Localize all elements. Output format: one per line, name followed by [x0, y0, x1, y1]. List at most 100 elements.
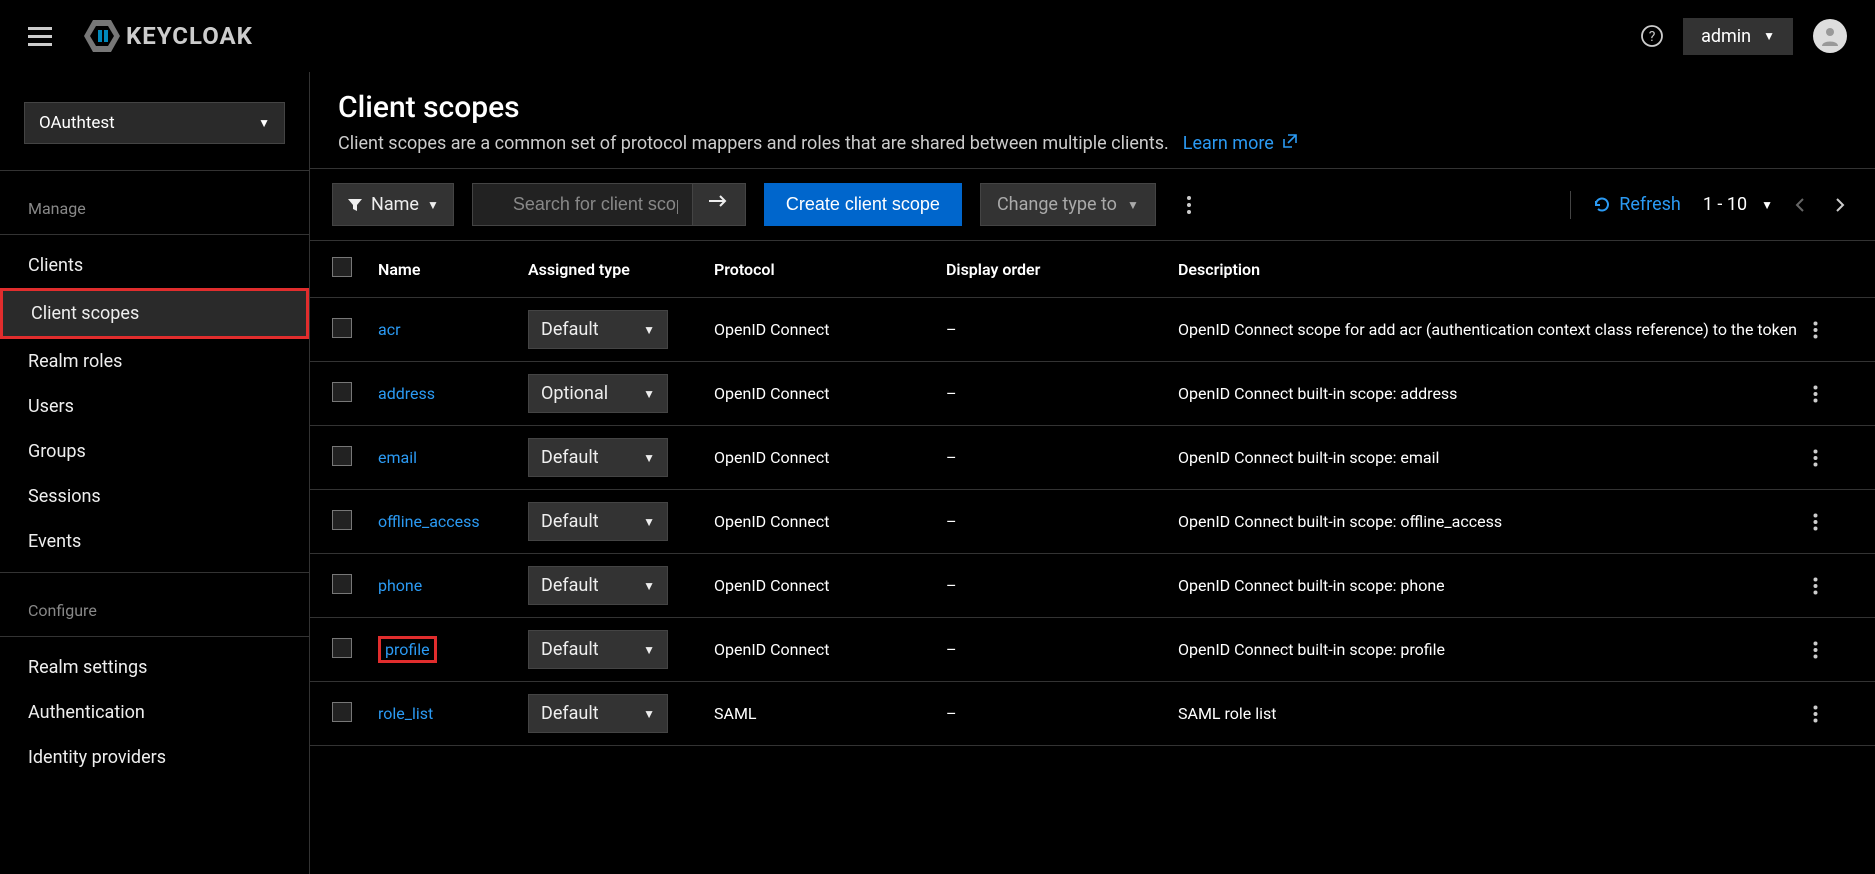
- assigned-type-select[interactable]: Default ▼: [528, 438, 668, 477]
- user-menu-dropdown[interactable]: admin ▼: [1683, 18, 1793, 55]
- refresh-button[interactable]: Refresh: [1593, 194, 1681, 215]
- row-checkbox[interactable]: [332, 510, 352, 530]
- logo[interactable]: KEYCLOAK: [84, 20, 253, 52]
- scope-link[interactable]: address: [378, 384, 435, 403]
- caret-down-icon: ▼: [643, 579, 655, 593]
- caret-down-icon: ▼: [643, 515, 655, 529]
- sidebar-item-groups[interactable]: Groups: [0, 429, 309, 474]
- assigned-type-select[interactable]: Default ▼: [528, 694, 668, 733]
- description-cell: OpenID Connect built-in scope: offline_a…: [1178, 512, 1813, 531]
- sidebar-item-sessions[interactable]: Sessions: [0, 474, 309, 519]
- assigned-type-value: Default: [541, 447, 599, 468]
- description-cell: OpenID Connect built-in scope: phone: [1178, 576, 1813, 595]
- sidebar-item-clients[interactable]: Clients: [0, 243, 309, 288]
- sidebar-item-users[interactable]: Users: [0, 384, 309, 429]
- toolbar-divider: [1570, 191, 1571, 219]
- caret-down-icon: ▼: [1763, 29, 1775, 43]
- kebab-icon: [1813, 513, 1818, 531]
- row-kebab-button[interactable]: [1813, 641, 1853, 659]
- scope-link[interactable]: profile: [385, 640, 430, 659]
- row-kebab-button[interactable]: [1813, 449, 1853, 467]
- scope-link[interactable]: role_list: [378, 704, 433, 723]
- column-protocol: Protocol: [714, 260, 946, 279]
- sidebar-item-realm-settings[interactable]: Realm settings: [0, 645, 309, 690]
- assigned-type-value: Optional: [541, 383, 608, 404]
- sidebar-item-client-scopes[interactable]: Client scopes: [0, 288, 309, 339]
- pager: 1 - 10 ▼: [1703, 193, 1853, 217]
- keycloak-logo-icon: [84, 20, 120, 52]
- row-checkbox[interactable]: [332, 702, 352, 722]
- table-row: offline_access Default ▼ OpenID Connect …: [310, 490, 1875, 554]
- caret-down-icon: ▼: [1127, 198, 1139, 212]
- topbar: KEYCLOAK ? admin ▼: [0, 0, 1875, 72]
- sidebar-item-events[interactable]: Events: [0, 519, 309, 564]
- caret-down-icon: ▼: [643, 323, 655, 337]
- row-kebab-button[interactable]: [1813, 513, 1853, 531]
- realm-selector[interactable]: OAuthtest ▼: [24, 102, 285, 144]
- pager-next-button[interactable]: [1827, 193, 1853, 217]
- assigned-type-select[interactable]: Default ▼: [528, 310, 668, 349]
- sidebar-item-authentication[interactable]: Authentication: [0, 690, 309, 735]
- row-checkbox[interactable]: [332, 382, 352, 402]
- learn-more-link[interactable]: Learn more: [1183, 133, 1299, 154]
- assigned-type-select[interactable]: Default ▼: [528, 566, 668, 605]
- assigned-type-value: Default: [541, 703, 599, 724]
- filter-dropdown[interactable]: Name ▼: [332, 183, 454, 226]
- protocol-cell: OpenID Connect: [714, 576, 946, 595]
- description-cell: OpenID Connect scope for add acr (authen…: [1178, 320, 1813, 339]
- select-all-checkbox[interactable]: [332, 257, 352, 277]
- row-kebab-button[interactable]: [1813, 705, 1853, 723]
- hamburger-menu-icon[interactable]: [28, 27, 52, 46]
- scope-link[interactable]: acr: [378, 320, 401, 339]
- scope-link[interactable]: email: [378, 448, 417, 467]
- assigned-type-select[interactable]: Default ▼: [528, 630, 668, 669]
- protocol-cell: OpenID Connect: [714, 320, 946, 339]
- column-description: Description: [1178, 260, 1813, 279]
- display-order-cell: –: [946, 512, 1178, 531]
- sidebar-item-identity-providers[interactable]: Identity providers: [0, 735, 309, 780]
- search-input[interactable]: [472, 183, 692, 226]
- kebab-icon: [1813, 705, 1818, 723]
- sidebar-item-realm-roles[interactable]: Realm roles: [0, 339, 309, 384]
- scope-link[interactable]: offline_access: [378, 512, 480, 531]
- protocol-cell: OpenID Connect: [714, 448, 946, 467]
- protocol-cell: OpenID Connect: [714, 512, 946, 531]
- table-row: profile Default ▼ OpenID Connect – OpenI…: [310, 618, 1875, 682]
- change-type-dropdown[interactable]: Change type to ▼: [980, 183, 1156, 226]
- column-assigned: Assigned type: [528, 260, 714, 279]
- display-order-cell: –: [946, 448, 1178, 467]
- display-order-cell: –: [946, 320, 1178, 339]
- row-kebab-button[interactable]: [1813, 385, 1853, 403]
- change-type-label: Change type to: [997, 194, 1117, 215]
- caret-down-icon: ▼: [643, 707, 655, 721]
- assigned-type-select[interactable]: Default ▼: [528, 502, 668, 541]
- assigned-type-value: Default: [541, 511, 599, 532]
- row-checkbox[interactable]: [332, 574, 352, 594]
- description-cell: OpenID Connect built-in scope: profile: [1178, 640, 1813, 659]
- row-checkbox[interactable]: [332, 318, 352, 338]
- row-kebab-button[interactable]: [1813, 321, 1853, 339]
- pager-prev-button[interactable]: [1787, 193, 1813, 217]
- search-go-button[interactable]: [692, 183, 746, 226]
- refresh-icon: [1593, 196, 1611, 214]
- help-icon[interactable]: ?: [1641, 25, 1663, 47]
- toolbar-kebab-button[interactable]: [1174, 187, 1204, 223]
- assigned-type-value: Default: [541, 319, 599, 340]
- description-cell: SAML role list: [1178, 704, 1813, 723]
- scope-link[interactable]: phone: [378, 576, 422, 595]
- caret-down-icon[interactable]: ▼: [1761, 198, 1773, 212]
- row-checkbox[interactable]: [332, 446, 352, 466]
- avatar[interactable]: [1813, 19, 1847, 53]
- kebab-icon: [1813, 641, 1818, 659]
- filter-label: Name: [371, 194, 419, 215]
- row-checkbox[interactable]: [332, 638, 352, 658]
- table-row: email Default ▼ OpenID Connect – OpenID …: [310, 426, 1875, 490]
- display-order-cell: –: [946, 576, 1178, 595]
- display-order-cell: –: [946, 384, 1178, 403]
- create-client-scope-button[interactable]: Create client scope: [764, 183, 962, 226]
- page-title: Client scopes: [338, 90, 1847, 125]
- row-kebab-button[interactable]: [1813, 577, 1853, 595]
- assigned-type-select[interactable]: Optional ▼: [528, 374, 668, 413]
- kebab-icon: [1813, 321, 1818, 339]
- chevron-left-icon: [1795, 197, 1805, 213]
